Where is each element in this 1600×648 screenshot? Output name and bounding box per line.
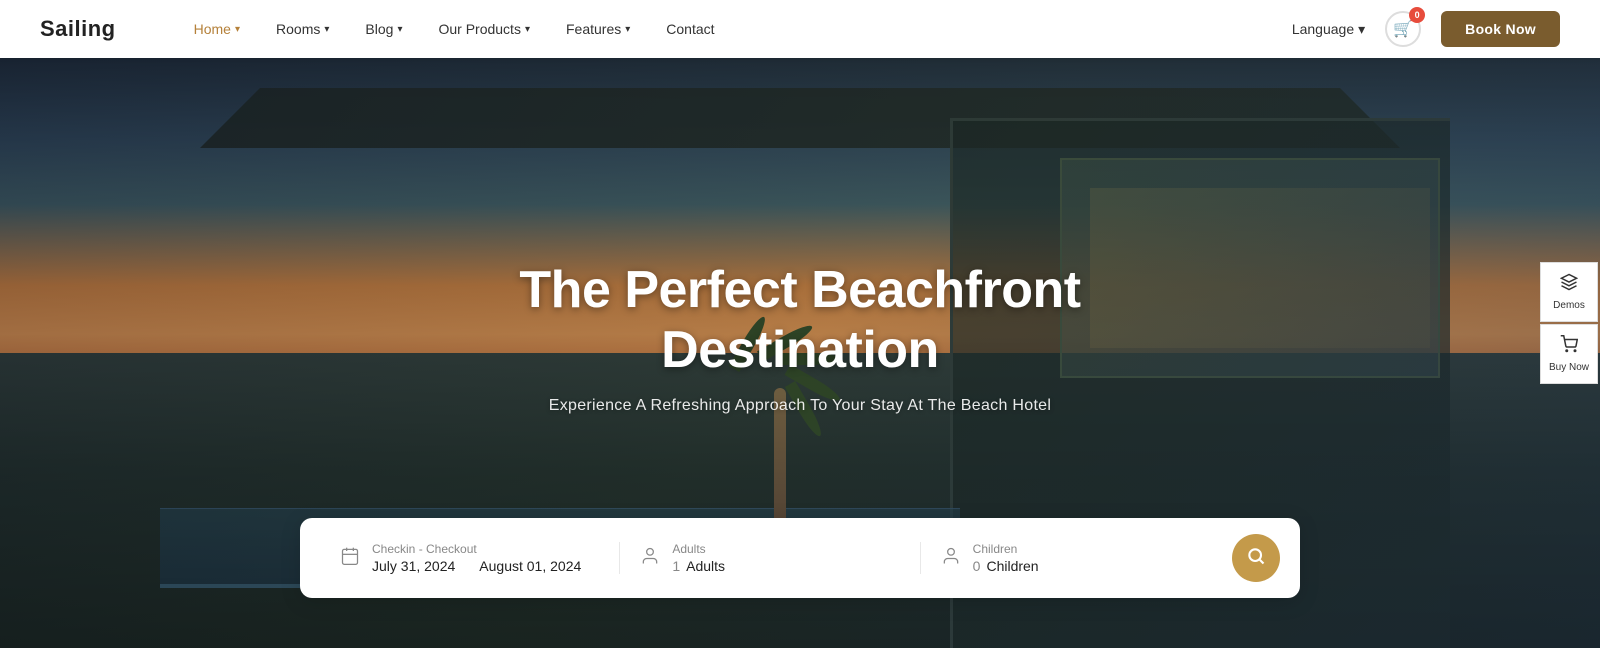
nav-item-products[interactable]: Our Products ▾	[420, 0, 548, 58]
calendar-icon	[340, 546, 360, 571]
cart-badge: 0	[1409, 7, 1425, 23]
adults-content: Adults 1 Adults	[672, 542, 725, 574]
chevron-down-icon: ▾	[235, 24, 240, 35]
nav-item-blog[interactable]: Blog ▾	[347, 0, 420, 58]
checkin-date: July 31, 2024	[372, 558, 455, 574]
buy-now-button[interactable]: Buy Now	[1540, 324, 1598, 384]
adults-placeholder: Adults	[686, 558, 725, 574]
child-icon	[941, 546, 961, 571]
nav-label-rooms: Rooms	[276, 21, 320, 37]
person-icon	[640, 546, 660, 571]
cart-icon: 🛒	[1393, 19, 1413, 39]
chevron-down-icon: ▾	[324, 24, 329, 35]
nav-label-blog: Blog	[365, 21, 393, 37]
adults-counter: 1 Adults	[672, 558, 725, 574]
chevron-down-icon: ▾	[625, 24, 630, 35]
hero-title: The Perfect Beachfront Destination	[400, 261, 1200, 381]
buy-label: Buy Now	[1549, 362, 1589, 373]
chevron-down-icon: ▾	[1358, 21, 1365, 38]
hero-subtitle: Experience A Refreshing Approach To Your…	[400, 396, 1200, 414]
chevron-down-icon: ▾	[397, 24, 402, 35]
adults-label: Adults	[672, 542, 725, 556]
layers-icon	[1560, 273, 1578, 296]
chevron-down-icon: ▾	[525, 24, 530, 35]
hero-content: The Perfect Beachfront Destination Exper…	[400, 261, 1200, 415]
nav-item-rooms[interactable]: Rooms ▾	[258, 0, 347, 58]
demos-label: Demos	[1553, 300, 1585, 311]
nav-item-contact[interactable]: Contact	[648, 0, 732, 58]
children-content: Children 0 Children	[973, 542, 1039, 574]
side-panel: Demos Buy Now	[1540, 262, 1600, 386]
checkout-date: August 01, 2024	[479, 558, 581, 574]
language-selector[interactable]: Language ▾	[1292, 21, 1365, 38]
nav-item-features[interactable]: Features ▾	[548, 0, 648, 58]
nav-label-home: Home	[194, 21, 231, 37]
nav-links: Home ▾ Rooms ▾ Blog ▾ Our Products ▾ Fea…	[176, 0, 1292, 58]
hero-section: The Perfect Beachfront Destination Exper…	[0, 58, 1600, 648]
search-icon	[1246, 546, 1266, 571]
children-placeholder: Children	[986, 558, 1038, 574]
nav-item-home[interactable]: Home ▾	[176, 0, 258, 58]
book-now-button[interactable]: Book Now	[1441, 11, 1560, 47]
nav-right: Language ▾ 🛒 0 Book Now	[1292, 11, 1560, 47]
adults-count: 1	[672, 558, 680, 574]
nav-label-products: Our Products	[438, 21, 520, 37]
checkin-label: Checkin - Checkout	[372, 542, 581, 556]
search-bar: Checkin - Checkout July 31, 2024 August …	[300, 518, 1300, 598]
nav-label-contact: Contact	[666, 21, 714, 37]
search-submit-button[interactable]	[1232, 534, 1280, 582]
date-content: Checkin - Checkout July 31, 2024 August …	[372, 542, 581, 574]
date-section[interactable]: Checkin - Checkout July 31, 2024 August …	[320, 542, 620, 574]
navbar: Sailing Home ▾ Rooms ▾ Blog ▾ Our Produc…	[0, 0, 1600, 58]
children-label: Children	[973, 542, 1039, 556]
children-counter: 0 Children	[973, 558, 1039, 574]
cart-side-icon	[1560, 335, 1578, 358]
language-label: Language	[1292, 21, 1354, 37]
nav-label-features: Features	[566, 21, 621, 37]
cart-button[interactable]: 🛒 0	[1385, 11, 1421, 47]
brand-logo[interactable]: Sailing	[40, 16, 116, 42]
children-section[interactable]: Children 0 Children	[921, 542, 1220, 574]
demos-button[interactable]: Demos	[1540, 262, 1598, 322]
adults-section[interactable]: Adults 1 Adults	[620, 542, 920, 574]
date-range: July 31, 2024 August 01, 2024	[372, 558, 581, 574]
children-count: 0	[973, 558, 981, 574]
